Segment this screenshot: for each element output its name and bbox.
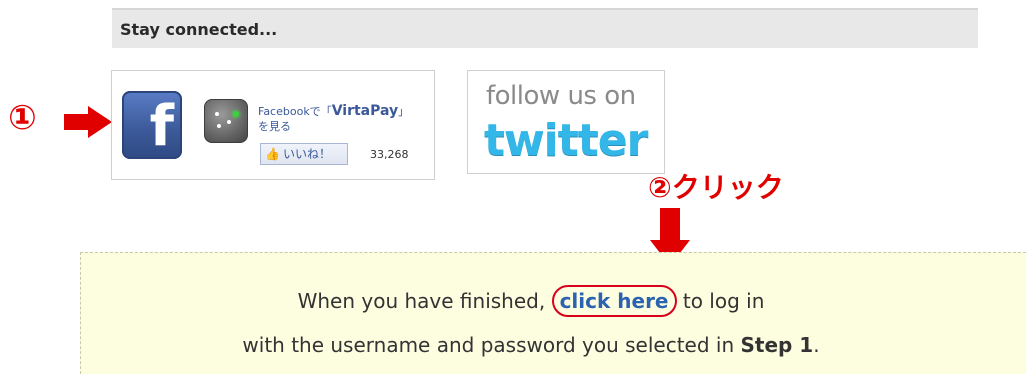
stay-connected-bar: Stay connected... (112, 8, 978, 48)
like-count: 33,268 (370, 148, 409, 161)
like-button[interactable]: 👍 いいね！ (260, 143, 348, 165)
twitter-icon: twitter (484, 115, 648, 166)
step-1-text: Step 1 (740, 333, 814, 357)
virtapay-dice-icon (204, 99, 248, 143)
click-here-link[interactable]: click here (551, 285, 677, 317)
thumbs-up-icon: 👍 (265, 147, 280, 161)
facebook-view-text[interactable]: を見る (258, 118, 291, 134)
notice-line-2: with the username and password you selec… (242, 333, 820, 357)
facebook-widget[interactable]: f Facebookで「VirtaPay」 を見る 👍 いいね！ 33,268 (111, 70, 435, 180)
arrow-right-icon (64, 106, 112, 138)
step-2-marker: ②クリック (648, 171, 784, 204)
step-1-marker: ① (8, 98, 37, 138)
facebook-icon[interactable]: f (122, 91, 182, 159)
notice-line-1: When you have finished, click here to lo… (81, 285, 981, 317)
follow-us-text: follow us on (486, 81, 636, 111)
facebook-page-text[interactable]: Facebookで「VirtaPay」 (258, 103, 409, 119)
section-title: Stay connected... (120, 20, 278, 39)
login-notice: When you have finished, click here to lo… (80, 252, 1026, 374)
twitter-follow-button[interactable]: follow us on twitter (467, 70, 665, 174)
